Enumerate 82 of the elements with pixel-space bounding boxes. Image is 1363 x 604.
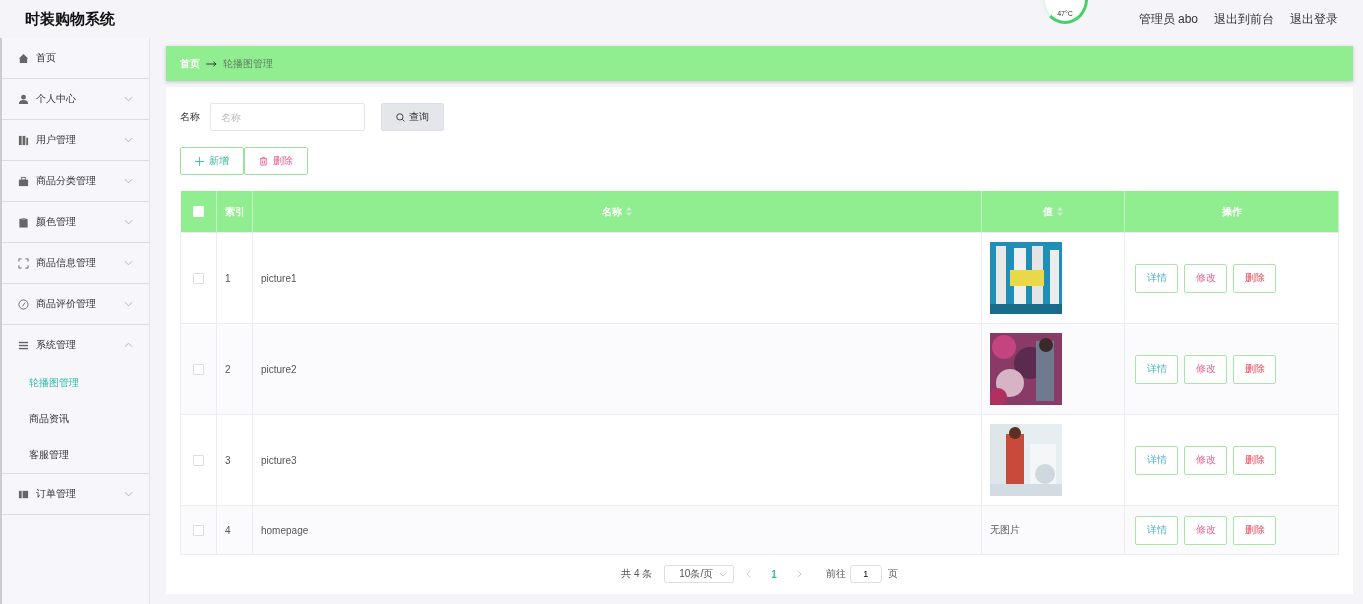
app-title: 时装购物系统 <box>25 9 115 29</box>
chevron-icon <box>124 96 133 102</box>
select-all-checkbox[interactable] <box>192 206 204 218</box>
chevron-icon <box>124 178 133 184</box>
delete-button[interactable]: 删除 <box>1233 263 1276 293</box>
sidebar-item[interactable]: 商品评价管理 <box>2 284 149 324</box>
goto-label: 前往 <box>825 567 846 581</box>
table-cell: picture3 <box>261 454 297 466</box>
details-button[interactable]: 详情 <box>1135 445 1178 475</box>
sidebar-subitem[interactable]: 轮播图管理 <box>2 365 149 401</box>
delete-button[interactable]: 删除 <box>1233 515 1276 545</box>
chevron-icon <box>719 571 728 577</box>
row-checkbox[interactable] <box>193 272 204 284</box>
menu-icon <box>18 339 29 351</box>
page-size-select[interactable]: 10条/页 <box>664 565 735 583</box>
table-cell: 无图片 <box>990 524 1020 535</box>
details-button[interactable]: 详情 <box>1135 515 1178 545</box>
field-label: 名称 <box>180 110 200 124</box>
plus-icon <box>195 156 204 166</box>
column-header: 索引 <box>225 205 245 217</box>
chevron-icon <box>124 491 133 497</box>
menu-icon <box>18 175 29 187</box>
arrow-icon <box>206 60 217 67</box>
row-checkbox[interactable] <box>193 454 204 466</box>
sidebar-item[interactable]: 颜色管理 <box>2 202 149 242</box>
chevron-icon <box>124 137 133 143</box>
chevron-icon <box>124 219 133 225</box>
query-button[interactable]: 查询 <box>381 103 444 131</box>
delete-button[interactable]: 删除 <box>244 147 308 175</box>
page-number[interactable]: 1 <box>763 568 785 580</box>
row-checkbox[interactable] <box>193 363 204 375</box>
header-link[interactable]: 退出登录 <box>1290 10 1338 28</box>
menu-icon <box>18 52 29 64</box>
sort-icon <box>626 207 632 217</box>
menu-icon <box>18 216 29 228</box>
details-button[interactable]: 详情 <box>1135 263 1178 293</box>
table-cell: 2 <box>225 363 231 375</box>
sidebar-item[interactable]: 订单管理 <box>2 474 149 514</box>
sidebar-item[interactable]: 个人中心 <box>2 79 149 119</box>
menu-icon <box>18 257 29 269</box>
sidebar-subitem[interactable]: 商品资讯 <box>2 401 149 437</box>
row-checkbox[interactable] <box>193 524 204 536</box>
page-field[interactable]: 1 <box>849 565 882 583</box>
previous-page-icon[interactable] <box>746 570 752 578</box>
table-cell: homepage <box>261 524 309 536</box>
table-cell: picture1 <box>261 272 297 284</box>
menu-icon <box>18 488 29 500</box>
add-button[interactable]: 新增 <box>180 147 244 175</box>
sidebar-item[interactable]: 商品信息管理 <box>2 243 149 283</box>
sidebar-item[interactable]: 用户管理 <box>2 120 149 160</box>
sidebar-item[interactable]: 商品分类管理 <box>2 161 149 201</box>
sidebar-subitem[interactable]: 客服管理 <box>2 437 149 473</box>
sort-icon <box>1057 207 1063 217</box>
edit-button[interactable]: 修改 <box>1184 263 1227 293</box>
sidebar-item[interactable]: 系统管理 <box>2 325 149 365</box>
column-header: 操作 <box>1221 205 1242 217</box>
trash-icon <box>259 156 268 166</box>
header-link[interactable]: 管理员 abo <box>1138 10 1198 28</box>
chevron-icon <box>124 260 133 266</box>
menu-icon <box>18 298 29 310</box>
delete-button[interactable]: 删除 <box>1233 445 1276 475</box>
next-page-icon[interactable] <box>796 570 802 578</box>
name-field[interactable]: 名称 <box>210 103 365 131</box>
delete-button[interactable]: 删除 <box>1233 354 1276 384</box>
table-cell: 4 <box>225 524 231 536</box>
chevron-icon <box>124 342 133 348</box>
edit-button[interactable]: 修改 <box>1184 354 1227 384</box>
chevron-icon <box>124 301 133 307</box>
goto-suffix: 页 <box>887 567 898 581</box>
menu-icon <box>18 134 29 146</box>
search-icon <box>396 112 405 122</box>
table-cell: picture2 <box>261 363 297 375</box>
table-cell: 1 <box>225 272 231 284</box>
edit-button[interactable]: 修改 <box>1184 445 1227 475</box>
breadcrumb-link[interactable]: 轮播图管理 <box>223 56 273 71</box>
total-count: 共 4 条 <box>621 567 653 581</box>
sidebar-item[interactable]: 首页 <box>2 38 149 78</box>
edit-button[interactable]: 修改 <box>1184 515 1227 545</box>
header-link[interactable]: 退出到前台 <box>1214 10 1274 28</box>
menu-icon <box>18 93 29 105</box>
table-cell: 3 <box>225 454 231 466</box>
details-button[interactable]: 详情 <box>1135 354 1178 384</box>
